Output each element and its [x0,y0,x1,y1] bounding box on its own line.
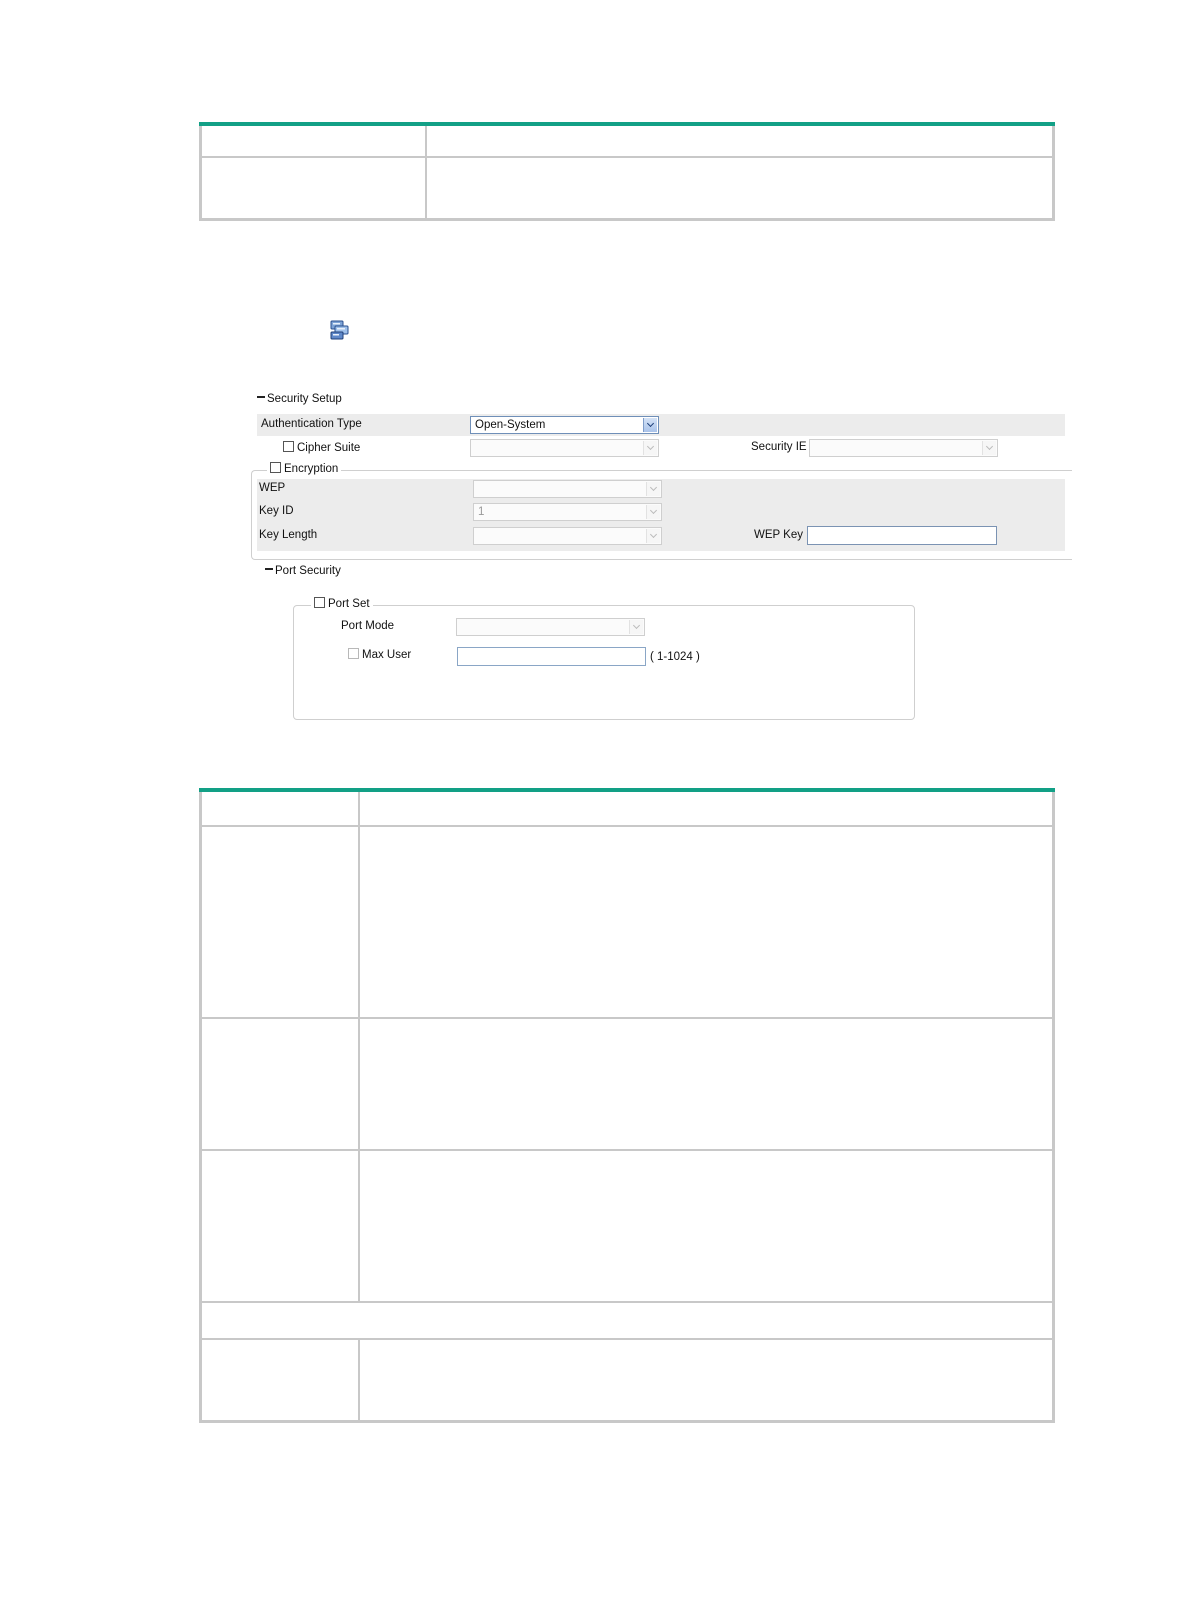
wep-key-input[interactable] [807,526,997,545]
table-cell [357,1149,1055,1303]
authentication-type-label: Authentication Type [261,418,362,430]
max-user-option[interactable]: Max User [348,648,412,661]
chevron-down-icon[interactable] [646,482,660,496]
wep-select[interactable] [473,480,662,498]
port-security-header[interactable]: Port Security [265,565,341,577]
chevron-down-icon[interactable] [643,418,657,432]
table-row [199,1338,1055,1422]
table-row [199,825,1055,1019]
cipher-suite-label: Cipher Suite [297,442,361,454]
encryption-checkbox[interactable] [270,462,281,474]
encryption-option[interactable]: Encryption [267,462,342,475]
table-cell [357,1017,1055,1151]
table-cell [357,825,1055,1019]
table-row [199,1017,1055,1151]
parameter-table-bottom [199,788,1055,1423]
device-config-icon[interactable] [328,318,352,342]
port-mode-select[interactable] [456,618,645,636]
key-id-label: Key ID [259,505,294,517]
table-header-row [199,789,1055,827]
port-set-option[interactable]: Port Set [311,597,373,610]
wep-key-label: WEP Key [754,529,803,541]
key-id-value: 1 [478,506,485,518]
authentication-type-value: Open-System [475,419,546,431]
key-length-select[interactable] [473,527,662,545]
table-section-row [199,1301,1055,1340]
security-setup-panel: Security Setup Authentication Type Open-… [251,393,1072,723]
collapse-icon[interactable] [257,395,265,398]
table-cell [199,1149,360,1303]
max-user-input[interactable] [457,647,646,666]
chevron-down-icon[interactable] [982,441,996,455]
authentication-type-select[interactable]: Open-System [470,416,659,434]
max-user-checkbox[interactable] [348,648,359,660]
chevron-down-icon[interactable] [646,505,660,519]
table-cell [424,156,1055,220]
table-header-row [199,123,1055,158]
key-id-select[interactable]: 1 [473,503,662,521]
table-row [199,156,1055,220]
collapse-icon[interactable] [265,567,273,570]
security-ie-label: Security IE [751,441,807,453]
max-user-label: Max User [362,649,412,661]
table-row [199,1149,1055,1303]
port-set-label: Port Set [328,598,370,610]
chevron-down-icon[interactable] [629,620,643,634]
table-cell [199,825,360,1019]
port-mode-label: Port Mode [341,620,395,632]
table-cell [199,1338,360,1422]
table-cell [199,1301,1055,1340]
cipher-suite-option[interactable]: Cipher Suite [283,441,361,454]
chevron-down-icon[interactable] [646,529,660,543]
security-setup-header[interactable]: Security Setup [257,393,342,405]
authentication-type-row [257,414,1065,436]
table-cell [424,123,1055,158]
wep-label: WEP [259,482,286,494]
max-user-range: ( 1-1024 ) [650,651,700,663]
key-length-label: Key Length [259,529,318,541]
table-cell [199,789,360,827]
table-cell [357,1338,1055,1422]
security-ie-select[interactable] [809,439,998,457]
chevron-down-icon[interactable] [643,441,657,455]
table-cell [199,156,427,220]
port-set-checkbox[interactable] [314,597,325,609]
parameter-table-top [199,122,1055,221]
cipher-suite-select[interactable] [470,439,659,457]
table-cell [199,123,427,158]
port-security-title: Port Security [275,565,341,577]
security-setup-title: Security Setup [267,393,342,405]
table-cell [199,1017,360,1151]
encryption-label: Encryption [284,463,339,475]
cipher-suite-checkbox[interactable] [283,441,294,453]
table-cell [357,789,1055,827]
